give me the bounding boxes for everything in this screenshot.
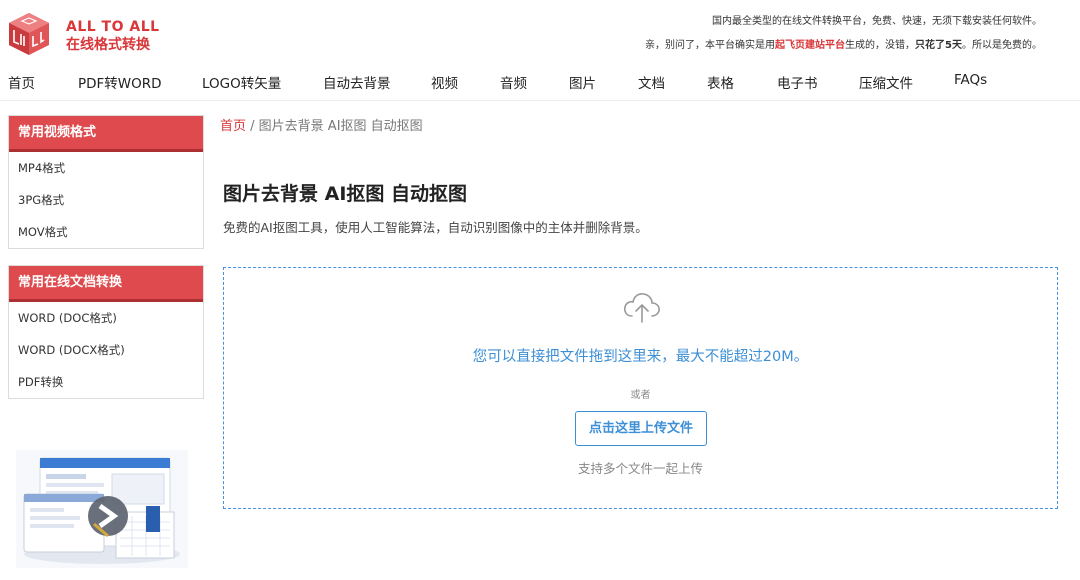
nav-image[interactable]: 图片	[569, 72, 596, 92]
breadcrumb-separator: /	[246, 119, 259, 134]
drop-hint: 您可以直接把文件拖到这里来，最大不能超过20M。	[472, 349, 809, 365]
header-notice: 国内最全类型的在线文件转换平台，免费、快速，无须下载安装任何软件。 亲，别问了，…	[562, 13, 1042, 55]
or-divider-text: 或者	[630, 390, 651, 401]
logo-icon[interactable]	[8, 12, 50, 56]
sidebar-item-word-doc[interactable]: WORD (DOC格式)	[9, 302, 203, 334]
promo-illustration[interactable]	[16, 450, 188, 568]
nav-home[interactable]: 首页	[8, 72, 35, 92]
sidebar-item-word-docx[interactable]: WORD (DOCX格式)	[9, 334, 203, 366]
notice-text-c: 。所以是免费的。	[962, 40, 1042, 51]
doc-convert-title: 常用在线文档转换	[9, 266, 203, 302]
nav-sheet[interactable]: 表格	[707, 72, 734, 92]
site-header: ALL TO ALL 在线格式转换 国内最全类型的在线文件转换平台，免费、快速，…	[0, 0, 1080, 101]
nav-remove-bg[interactable]: 自动去背景	[323, 72, 391, 92]
nav-video[interactable]: 视频	[431, 72, 458, 92]
breadcrumb-current: 图片去背景 AI抠图 自动抠图	[258, 119, 423, 134]
doc-convert-box: 常用在线文档转换 WORD (DOC格式) WORD (DOCX格式) PDF转…	[8, 265, 204, 399]
cloud-upload-icon	[623, 293, 660, 323]
sidebar-item-mov[interactable]: MOV格式	[9, 216, 203, 248]
upload-file-button[interactable]: 点击这里上传文件	[575, 411, 707, 446]
video-formats-title: 常用视频格式	[9, 116, 203, 152]
nav-logo-to-vector[interactable]: LOGO转矢量	[202, 72, 281, 92]
nav-audio[interactable]: 音频	[500, 72, 527, 92]
nav-pdf-to-word[interactable]: PDF转WORD	[78, 72, 162, 92]
brand-name-en: ALL TO ALL	[66, 19, 160, 35]
nav-ebook[interactable]: 电子书	[777, 72, 818, 92]
notice-bold: 只花了5天	[915, 40, 962, 51]
sidebar-item-pdf[interactable]: PDF转换	[9, 366, 203, 398]
breadcrumb: 首页 / 图片去背景 AI抠图 自动抠图	[220, 115, 423, 134]
notice-text-b: 生成的，没错，	[845, 40, 916, 51]
notice-text-a: 亲，别问了，本平台确实是用	[645, 40, 776, 51]
sidebar-item-3pg[interactable]: 3PG格式	[9, 184, 203, 216]
page-title: 图片去背景 AI抠图 自动抠图	[223, 183, 468, 205]
video-formats-box: 常用视频格式 MP4格式 3PG格式 MOV格式	[8, 115, 204, 249]
notice-line-1: 国内最全类型的在线文件转换平台，免费、快速，无须下载安装任何软件。	[712, 16, 1042, 27]
breadcrumb-home[interactable]: 首页	[220, 119, 246, 134]
brand-name-cn: 在线格式转换	[66, 37, 150, 53]
nav-archive[interactable]: 压缩文件	[859, 72, 913, 92]
promo-image	[23, 457, 180, 564]
builder-link[interactable]: 起飞页建站平台	[775, 40, 845, 51]
brand[interactable]: ALL TO ALL 在线格式转换	[66, 18, 160, 54]
multi-upload-hint: 支持多个文件一起上传	[577, 461, 703, 476]
upload-dropzone[interactable]: 您可以直接把文件拖到这里来，最大不能超过20M。 或者 点击这里上传文件 支持多…	[223, 267, 1058, 509]
sidebar-item-mp4[interactable]: MP4格式	[9, 152, 203, 184]
main-nav: 首页 PDF转WORD LOGO转矢量 自动去背景 视频 音频 图片 文档 表格…	[0, 66, 1080, 96]
nav-document[interactable]: 文档	[638, 72, 665, 92]
page-description: 免费的AI抠图工具，使用人工智能算法，自动识别图像中的主体并删除背景。	[223, 220, 648, 235]
nav-faqs[interactable]: FAQs	[954, 72, 987, 88]
notice-line-2: 亲，别问了，本平台确实是用起飞页建站平台生成的，没错，只花了5天。所以是免费的。	[562, 37, 1042, 55]
